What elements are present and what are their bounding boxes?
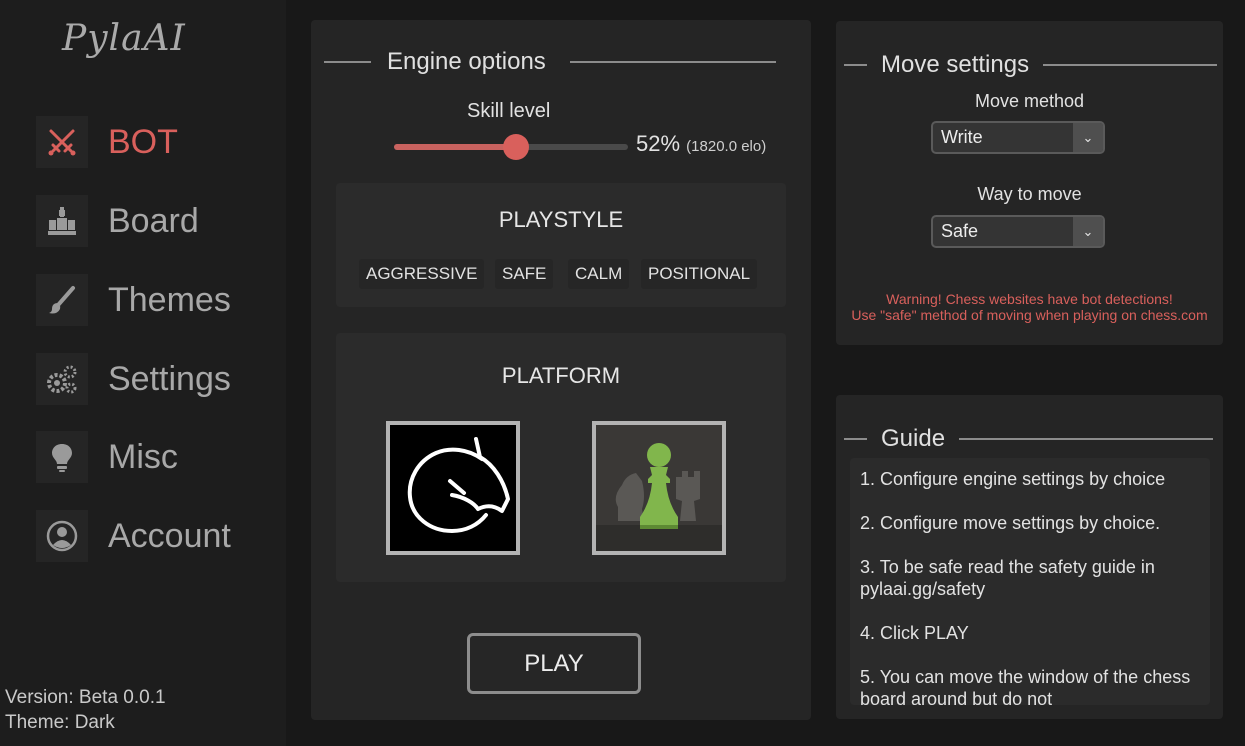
version-info: Version: Beta 0.0.1 Theme: Dark bbox=[5, 685, 166, 735]
divider bbox=[844, 438, 867, 440]
move-settings-header: Move settings bbox=[844, 51, 1218, 79]
platform-lichess-button[interactable] bbox=[386, 421, 520, 555]
dropdown-value: Write bbox=[941, 127, 983, 147]
lightbulb-icon bbox=[36, 431, 88, 483]
divider bbox=[844, 64, 867, 66]
divider bbox=[959, 438, 1214, 440]
sidebar-item-account[interactable]: Account bbox=[36, 510, 276, 562]
guide-header: Guide bbox=[844, 425, 1214, 453]
section-title: Engine options bbox=[387, 48, 546, 75]
user-circle-icon bbox=[36, 510, 88, 562]
slider-knob[interactable] bbox=[503, 134, 529, 160]
sidebar-item-themes[interactable]: Themes bbox=[36, 274, 276, 326]
divider bbox=[569, 61, 776, 63]
guide-step: 3. To be safe read the safety guide in p… bbox=[860, 557, 1155, 599]
sidebar-item-bot[interactable]: BOT bbox=[36, 116, 276, 168]
paint-brush-icon bbox=[36, 274, 88, 326]
crossed-swords-icon bbox=[36, 116, 88, 168]
playstyle-title: PLAYSTYLE bbox=[498, 207, 624, 232]
chevron-down-icon: ⌄ bbox=[1073, 217, 1103, 246]
guide-step: 2. Configure move settings by choice. bbox=[860, 513, 1161, 533]
skill-level-slider[interactable] bbox=[394, 133, 628, 161]
guide-step: 4. Click PLAY bbox=[860, 623, 969, 643]
sidebar-item-label: Themes bbox=[108, 280, 231, 319]
slider-fill bbox=[394, 144, 516, 150]
version-text: Version: Beta 0.0.1 bbox=[5, 687, 166, 708]
play-button[interactable]: PLAY bbox=[467, 633, 641, 694]
sidebar-item-misc[interactable]: Misc bbox=[36, 431, 276, 483]
playstyle-safe[interactable]: SAFE bbox=[495, 259, 554, 289]
engine-options-header: Engine options bbox=[324, 48, 776, 76]
bot-detection-warning: Warning! Chess websites have bot detecti… bbox=[836, 291, 1223, 323]
dropdown-value: Safe bbox=[941, 221, 979, 241]
playstyle-aggressive[interactable]: AGGRESSIVE bbox=[359, 259, 485, 289]
chesscom-pawn-icon bbox=[596, 443, 722, 551]
sidebar-item-settings[interactable]: Settings bbox=[36, 353, 276, 405]
sidebar-item-label: Account bbox=[108, 516, 231, 555]
divider bbox=[324, 61, 371, 63]
sidebar-item-label: Misc bbox=[108, 437, 178, 476]
warning-line: Use "safe" method of moving when playing… bbox=[851, 307, 1208, 323]
sidebar: PylaAI BOT Board Themes Settings Misc Ac… bbox=[0, 0, 286, 746]
divider bbox=[1043, 64, 1218, 66]
lichess-knight-icon bbox=[407, 437, 510, 534]
move-method-dropdown[interactable]: Write ⌄ bbox=[931, 121, 1105, 154]
theme-text: Theme: Dark bbox=[5, 712, 115, 733]
skill-level-label: Skill level bbox=[467, 100, 551, 122]
playstyle-calm[interactable]: CALM bbox=[568, 259, 630, 289]
skill-percent: 52% bbox=[636, 131, 681, 156]
sidebar-item-label: BOT bbox=[108, 122, 178, 161]
engine-options-panel: Engine options Skill level 52% (1820.0 e… bbox=[311, 20, 811, 720]
move-settings-panel: Move settings Move method Write ⌄ Way to… bbox=[836, 21, 1223, 345]
way-to-move-dropdown[interactable]: Safe ⌄ bbox=[931, 215, 1105, 248]
sidebar-item-label: Board bbox=[108, 201, 199, 240]
guide-text-box[interactable]: 1. Configure engine settings by choice 2… bbox=[850, 458, 1210, 705]
playstyle-panel: PLAYSTYLE AGGRESSIVE SAFE CALM POSITIONA… bbox=[336, 183, 786, 307]
move-method-label: Move method bbox=[974, 91, 1085, 111]
chevron-down-icon: ⌄ bbox=[1073, 123, 1103, 152]
skill-elo: (1820.0 elo) bbox=[686, 138, 767, 155]
guide-step: 5. You can move the window of the chess … bbox=[860, 667, 1191, 705]
warning-line: Warning! Chess websites have bot detecti… bbox=[886, 291, 1173, 307]
sidebar-item-board[interactable]: Board bbox=[36, 195, 276, 247]
platform-panel: PLATFORM bbox=[336, 333, 786, 582]
platform-title: PLATFORM bbox=[501, 363, 621, 388]
app-logo: PylaAI bbox=[62, 18, 186, 59]
skill-value: 52% (1820.0 elo) bbox=[636, 131, 766, 157]
platform-chesscom-button[interactable] bbox=[592, 421, 726, 555]
playstyle-positional[interactable]: POSITIONAL bbox=[641, 259, 758, 289]
section-title: Move settings bbox=[881, 51, 1030, 78]
sidebar-item-label: Settings bbox=[108, 359, 231, 398]
way-to-move-label: Way to move bbox=[977, 184, 1082, 204]
chess-pieces-icon bbox=[36, 195, 88, 247]
gears-icon bbox=[36, 353, 88, 405]
guide-panel: Guide 1. Configure engine settings by ch… bbox=[836, 395, 1223, 719]
guide-step: 1. Configure engine settings by choice bbox=[860, 469, 1166, 489]
section-title: Guide bbox=[881, 425, 946, 452]
